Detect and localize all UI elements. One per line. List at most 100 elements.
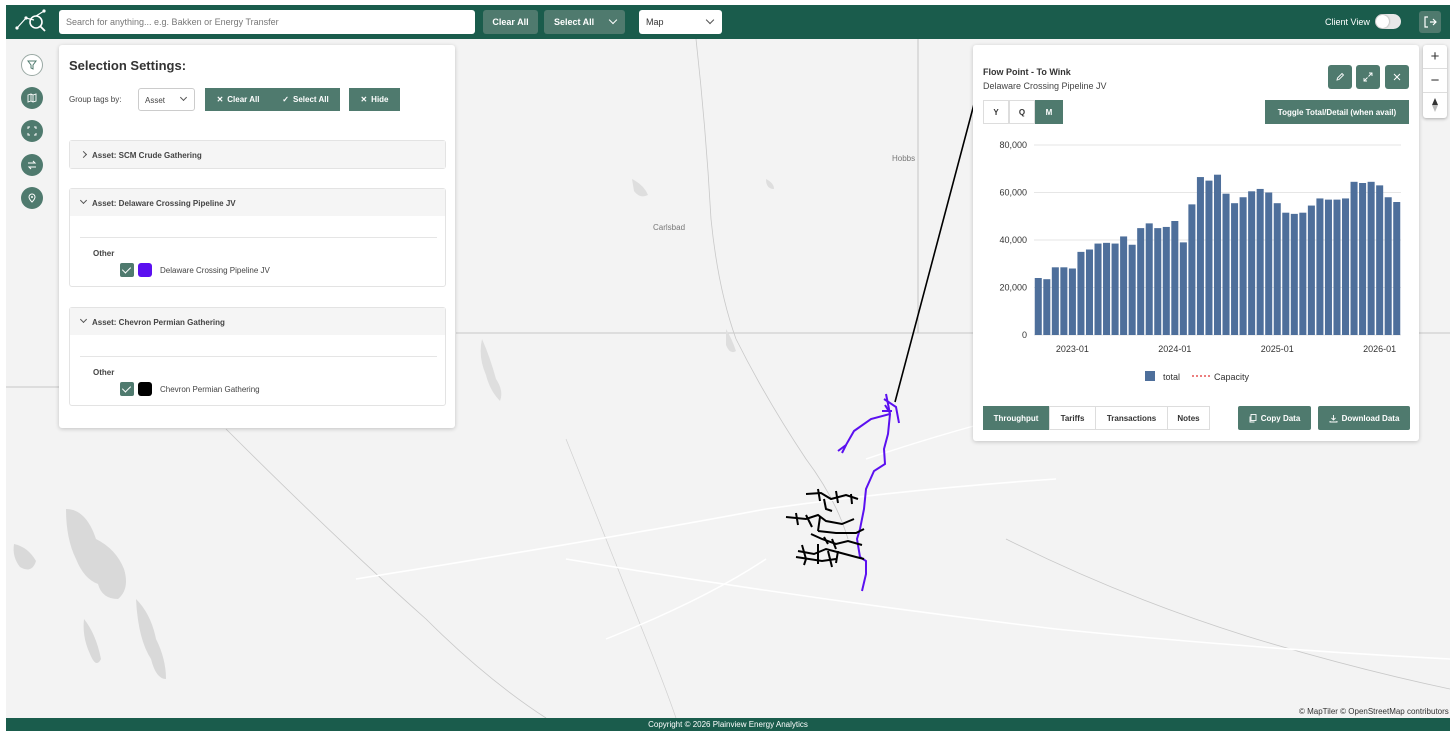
close-icon	[1393, 73, 1401, 81]
asset-section-title: Asset: Delaware Crossing Pipeline JV	[92, 199, 236, 208]
chart-bar	[1239, 197, 1247, 335]
chart-bar	[1333, 199, 1341, 335]
clear-all-button[interactable]: Clear All	[483, 10, 538, 34]
zoom-in-button[interactable]: +	[1423, 45, 1447, 69]
chart-bar	[1282, 212, 1290, 335]
chevron-down-icon	[179, 93, 188, 102]
chart-bar	[1111, 243, 1119, 335]
copy-data-button[interactable]: Copy Data	[1238, 406, 1311, 430]
client-view-label: Client View	[1325, 17, 1370, 27]
chart-bar	[1060, 267, 1068, 335]
chart-bar	[1120, 236, 1128, 335]
maximize-icon	[1363, 72, 1373, 82]
asset-section-title: Asset: SCM Crude Gathering	[92, 151, 202, 160]
zoom-out-button[interactable]: −	[1423, 69, 1447, 93]
group-tags-value: Asset	[145, 96, 166, 105]
filter-icon	[27, 60, 37, 70]
app-frame: Hobbs Carlsbad maptiler © MapTiler	[6, 5, 1450, 731]
location-button[interactable]	[21, 187, 43, 209]
throughput-chart: 80,000 60,000 40,000 20,000 0 2023-01 2024-01 2…	[999, 140, 1401, 382]
asset-section-header[interactable]: Asset: SCM Crude Gathering	[70, 141, 445, 168]
filter-button[interactable]	[21, 54, 43, 76]
view-select[interactable]: Map	[639, 10, 722, 34]
y-tick-label: 80,000	[999, 140, 1027, 150]
select-all-tags-button[interactable]: ✓ Select All	[271, 88, 340, 111]
fit-extent-button[interactable]	[21, 120, 43, 142]
chart-bar	[1196, 177, 1204, 335]
chart-bar	[1273, 203, 1281, 335]
checkbox-delaware[interactable]	[120, 263, 134, 277]
chart-bar	[1350, 181, 1358, 335]
edit-button[interactable]	[1328, 65, 1352, 89]
chart-bar	[1307, 205, 1315, 335]
maximize-button[interactable]	[1356, 65, 1380, 89]
chart-bar	[1231, 203, 1239, 335]
app-logo-icon[interactable]	[14, 8, 50, 36]
period-quarter[interactable]: Q	[1009, 100, 1035, 124]
chart-bar	[1154, 228, 1162, 335]
chart-bar	[1094, 243, 1102, 335]
tab-transactions[interactable]: Transactions	[1095, 406, 1168, 430]
footer: Copyright © 2026 Plainview Energy Analyt…	[6, 718, 1450, 731]
tab-tariffs[interactable]: Tariffs	[1049, 406, 1096, 430]
group-label-other: Other	[93, 249, 115, 258]
compass-button[interactable]	[1423, 93, 1447, 117]
checkbox-chevron[interactable]	[120, 382, 134, 396]
chevron-down-icon	[79, 315, 88, 324]
download-data-label: Download Data	[1341, 413, 1400, 423]
chart-bar	[1342, 198, 1350, 335]
legend-label-capacity: Capacity	[1214, 372, 1250, 382]
chart-bar	[1145, 223, 1153, 335]
tab-notes[interactable]: Notes	[1167, 406, 1210, 430]
hide-panel-button[interactable]: ✕ Hide	[349, 88, 400, 111]
group-tags-select[interactable]: Asset	[138, 88, 195, 111]
period-year[interactable]: Y	[983, 100, 1009, 124]
chart-bar	[1171, 221, 1179, 335]
close-panel-button[interactable]	[1385, 65, 1409, 89]
tab-throughput[interactable]: Throughput	[983, 406, 1049, 430]
divider	[80, 237, 437, 238]
map-label-hobbs: Hobbs	[892, 154, 916, 163]
color-swatch-chevron[interactable]	[138, 382, 152, 396]
y-tick-label: 0	[1022, 330, 1027, 340]
pencil-icon	[1336, 72, 1345, 81]
download-data-button[interactable]: Download Data	[1318, 406, 1410, 430]
asset-section-header[interactable]: Asset: Delaware Crossing Pipeline JV	[70, 189, 445, 216]
search-input[interactable]	[59, 10, 475, 34]
chart-bar	[1222, 193, 1230, 335]
swap-button[interactable]	[21, 154, 43, 176]
x-tick-label: 2025-01	[1261, 344, 1294, 354]
select-all-tags-label: Select All	[292, 95, 329, 104]
group-label-other: Other	[93, 368, 115, 377]
chevron-down-icon	[79, 196, 88, 205]
chart-bar	[1179, 242, 1187, 335]
flow-point-subtitle: Delaware Crossing Pipeline JV	[983, 81, 1107, 91]
close-icon: ✕	[360, 95, 368, 104]
chart-bar	[1359, 183, 1367, 335]
location-pin-icon	[28, 193, 36, 203]
select-all-dropdown[interactable]: Select All	[544, 10, 625, 34]
compass-icon	[1432, 98, 1438, 112]
hide-label: Hide	[371, 95, 389, 104]
chart-bar	[1324, 199, 1332, 335]
close-icon: ✕	[216, 95, 224, 104]
map-layers-button[interactable]	[21, 87, 43, 109]
asset-section-header[interactable]: Asset: Chevron Permian Gathering	[70, 308, 445, 335]
top-bar: Clear All Select All Map Client View	[6, 5, 1450, 39]
chevron-down-icon	[608, 15, 618, 25]
chart-bar	[1376, 185, 1384, 335]
x-tick-label: 2026-01	[1363, 344, 1396, 354]
map-attribution[interactable]: © MapTiler © OpenStreetMap contributors	[1299, 707, 1449, 716]
period-month[interactable]: M	[1035, 100, 1063, 124]
toggle-total-detail-button[interactable]: Toggle Total/Detail (when avail)	[1265, 100, 1409, 124]
chart-bar	[1256, 188, 1264, 335]
chart-bar	[1393, 202, 1401, 335]
chart-bar	[1051, 267, 1059, 335]
asset-section-scm[interactable]: Asset: SCM Crude Gathering	[69, 140, 446, 169]
legend-swatch-total	[1145, 371, 1155, 381]
flow-point-detail-panel: Flow Point - To Wink Delaware Crossing P…	[973, 45, 1419, 441]
logout-button[interactable]	[1419, 11, 1441, 33]
color-swatch-delaware[interactable]	[138, 263, 152, 277]
client-view-toggle[interactable]	[1375, 14, 1401, 29]
clear-all-tags-button[interactable]: ✕ Clear All	[205, 88, 271, 111]
